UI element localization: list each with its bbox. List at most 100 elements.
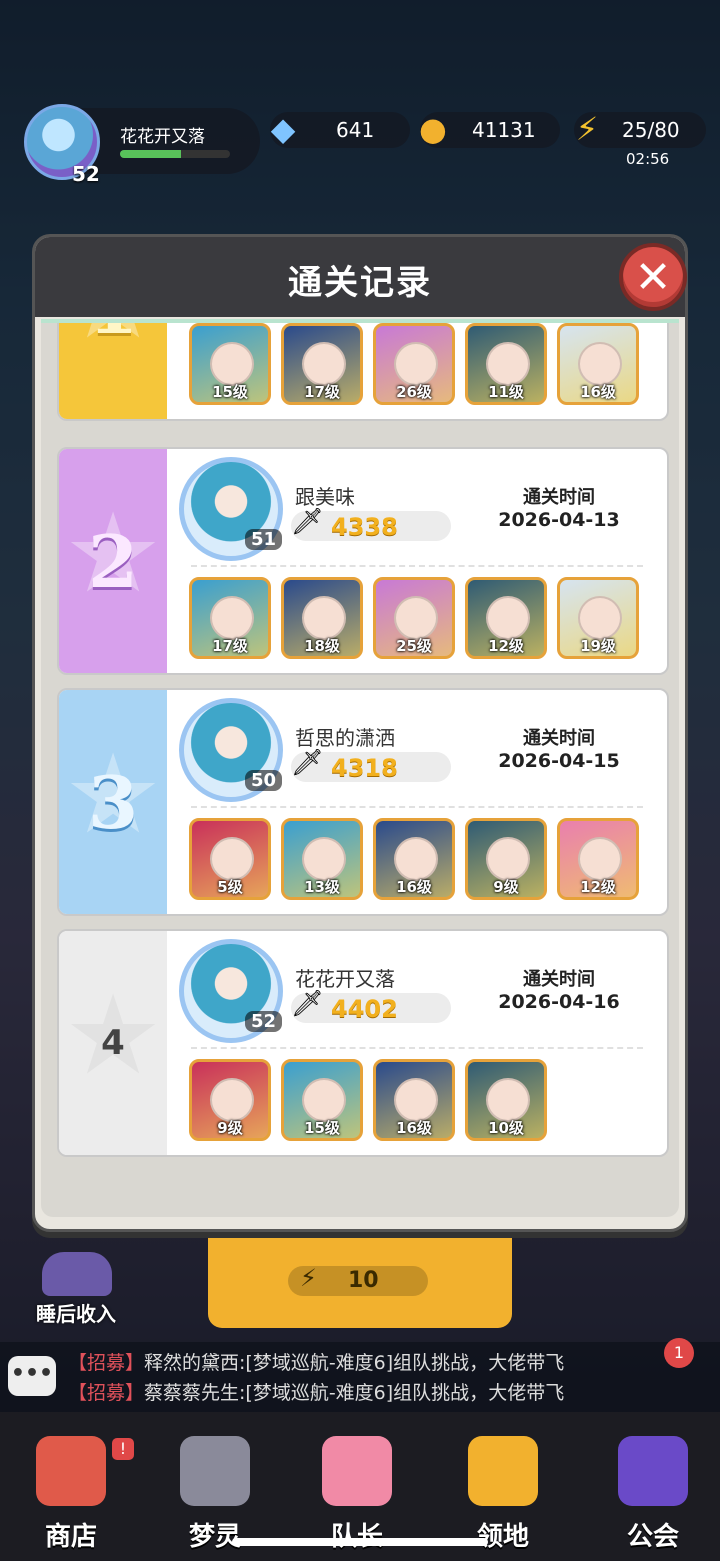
- hero-face: [210, 837, 254, 881]
- nav-guild-icon: [618, 1436, 688, 1506]
- hero-portrait[interactable]: 13级: [281, 818, 363, 900]
- nav-captain[interactable]: 队长: [302, 1428, 412, 1552]
- player-level: 50: [245, 770, 283, 791]
- hero-level: 19级: [580, 637, 616, 655]
- coin-icon: ●: [419, 110, 447, 148]
- record-card[interactable]: ★1 15级 17级 26级 11级 16级: [57, 323, 669, 421]
- player-name: 花花开又落: [295, 967, 395, 991]
- hero-level: 16级: [396, 1119, 432, 1137]
- clear-date: 2026-04-13: [498, 509, 620, 531]
- hero-level: 15级: [304, 1119, 340, 1137]
- rank-panel: ★ 3: [59, 690, 167, 914]
- sleep-income-icon: [42, 1252, 112, 1296]
- hero-portrait[interactable]: 9级: [189, 1059, 271, 1141]
- hero-level: 9级: [493, 878, 519, 896]
- close-button[interactable]: ✕: [619, 243, 687, 311]
- nav-spirits[interactable]: 梦灵: [160, 1428, 270, 1552]
- hero-portrait[interactable]: 10级: [465, 1059, 547, 1141]
- hero-portrait[interactable]: 16级: [373, 818, 455, 900]
- hero-portrait[interactable]: 15级: [281, 1059, 363, 1141]
- hero-face: [394, 342, 438, 386]
- hero-portrait[interactable]: 16级: [557, 323, 639, 405]
- player-level: 52: [72, 162, 100, 186]
- rank-number: 2: [87, 518, 139, 604]
- chat-ticker[interactable]: ••• 【招募】释然的黛西:[梦域巡航-难度6]组队挑战，大佬带飞 【招募】蔡蔡…: [0, 1342, 720, 1412]
- hero-portrait[interactable]: 11级: [465, 323, 547, 405]
- chat-line: 【招募】蔡蔡蔡先生:[梦域巡航-难度6]组队挑战，大佬带飞: [68, 1378, 638, 1405]
- rank-number: 4: [101, 1023, 125, 1063]
- hero-face: [486, 342, 530, 386]
- nav-shop-icon: [36, 1436, 106, 1506]
- player-card[interactable]: 52 花花开又落: [24, 104, 260, 186]
- hero-level: 17级: [304, 383, 340, 401]
- chat-icon[interactable]: •••: [8, 1356, 56, 1396]
- nav-guild[interactable]: 公会: [598, 1428, 708, 1552]
- gem-icon: ◆: [270, 110, 296, 148]
- divider: [191, 1047, 643, 1049]
- nav-spirits-icon: [180, 1436, 250, 1506]
- player-level: 51: [245, 529, 283, 550]
- nav-territory-icon: [468, 1436, 538, 1506]
- coin-counter[interactable]: ● 41131: [419, 110, 560, 148]
- hero-level: 25级: [396, 637, 432, 655]
- player-exp-bar: [120, 150, 230, 158]
- hero-portrait[interactable]: 9级: [465, 818, 547, 900]
- start-challenge-button[interactable]: ⚡ 10: [208, 1234, 512, 1328]
- hero-level: 16级: [580, 383, 616, 401]
- hero-level: 12级: [488, 637, 524, 655]
- nav-captain-icon: [322, 1436, 392, 1506]
- lightning-icon: ⚡: [300, 1264, 317, 1292]
- record-card[interactable]: ★ 2 51 跟美味 🗡 4338 通关时间 2026-04-13 17级 18级 25级 12级 19…: [57, 447, 669, 675]
- hero-portrait[interactable]: 12级: [465, 577, 547, 659]
- hero-face: [210, 596, 254, 640]
- nav-shop[interactable]: 商店!: [16, 1428, 134, 1552]
- combat-power: 🗡 4402: [291, 989, 451, 1023]
- combat-power-value: 4318: [331, 754, 398, 782]
- clear-date: 2026-04-15: [498, 750, 620, 772]
- player-name: 哲思的潇洒: [295, 726, 395, 750]
- nav-label: 队长: [330, 1522, 383, 1552]
- hero-portrait[interactable]: 15级: [189, 323, 271, 405]
- hero-face: [302, 837, 346, 881]
- gem-value: 641: [336, 118, 375, 142]
- hero-portrait[interactable]: 26级: [373, 323, 455, 405]
- hero-portrait[interactable]: 16级: [373, 1059, 455, 1141]
- hero-portrait[interactable]: 18级: [281, 577, 363, 659]
- hero-portrait[interactable]: 17级: [281, 323, 363, 405]
- clear-time-label: 通关时间: [523, 487, 595, 508]
- nav-territory[interactable]: 领地: [448, 1428, 558, 1552]
- notification-badge: !: [112, 1438, 134, 1460]
- rank-number: 3: [87, 759, 139, 845]
- hero-portrait[interactable]: 12级: [557, 818, 639, 900]
- player-name: 花花开又落: [120, 127, 205, 147]
- nav-label: 领地: [476, 1522, 529, 1552]
- hero-face: [578, 342, 622, 386]
- hero-face: [486, 1078, 530, 1122]
- rank-number: 1: [88, 323, 138, 350]
- hero-face: [302, 1078, 346, 1122]
- hero-level: 5级: [217, 878, 243, 896]
- hero-portrait[interactable]: 5级: [189, 818, 271, 900]
- hero-portrait[interactable]: 19级: [557, 577, 639, 659]
- divider: [191, 565, 643, 567]
- record-card[interactable]: ★ 4 52 花花开又落 🗡 4402 通关时间 2026-04-16 9级 15级 16级 10级: [57, 929, 669, 1157]
- nav-label: 商店: [44, 1522, 97, 1552]
- energy-counter[interactable]: ⚡ 25/80: [574, 110, 706, 148]
- modal-header: 通关记录 ✕: [35, 237, 687, 317]
- hero-portrait[interactable]: 17级: [189, 577, 271, 659]
- combat-power: 🗡 4338: [291, 507, 451, 541]
- hero-portrait[interactable]: 25级: [373, 577, 455, 659]
- chat-line: 【招募】释然的黛西:[梦域巡航-难度6]组队挑战，大佬带飞: [68, 1348, 638, 1375]
- sword-icon: 🗡: [291, 748, 325, 778]
- record-card[interactable]: ★ 3 50 哲思的潇洒 🗡 4318 通关时间 2026-04-15 5级 13级 16级 9级 12…: [57, 688, 669, 916]
- clear-time-label: 通关时间: [523, 728, 595, 749]
- divider: [191, 806, 643, 808]
- hero-face: [486, 837, 530, 881]
- record-list[interactable]: ★115级17级26级11级16级★251跟美味🗡4338通关时间2026-04…: [41, 319, 679, 1217]
- chat-text: 蔡蔡蔡先生:[梦域巡航-难度6]组队挑战，大佬带飞: [144, 1382, 565, 1404]
- gem-counter[interactable]: ◆ 641: [270, 110, 410, 148]
- top-bar: 52 花花开又落 ◆ 641 ● 41131 ⚡ 25/80 02:56: [0, 100, 720, 186]
- sleep-income-button[interactable]: 睡后收入: [18, 1252, 158, 1332]
- clear-date: 2026-04-16: [498, 991, 620, 1013]
- hero-level: 9级: [217, 1119, 243, 1137]
